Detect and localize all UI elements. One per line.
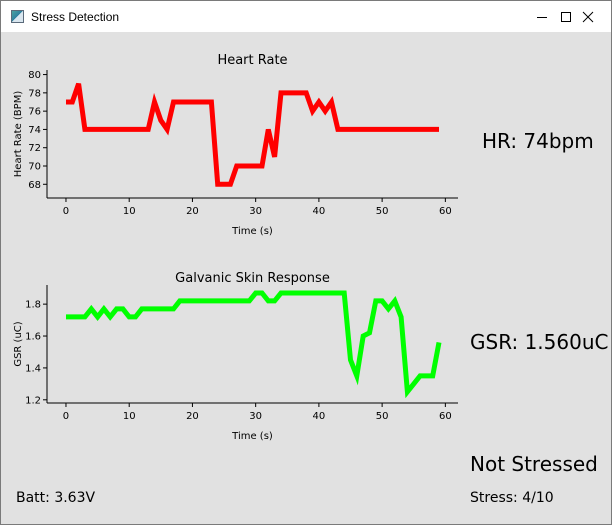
gsr-x-axis-label: Time (s) — [231, 431, 273, 442]
close-button[interactable] — [565, 1, 611, 32]
hr-chart-title: Heart Rate — [217, 53, 287, 68]
hr-x-tick-label: 0 — [63, 206, 69, 217]
gsr-readout: GSR: 1.560uC — [470, 330, 609, 354]
heart-rate-readout: HR: 74bpm — [482, 129, 594, 153]
hr-x-tick-label: 60 — [439, 206, 452, 217]
hr-y-axis-label: Heart Rate (BPM) — [13, 91, 24, 178]
gsr-chart-title: Galvanic Skin Response — [175, 271, 330, 286]
hr-y-tick-label: 72 — [28, 143, 41, 154]
gsr-x-tick-label: 60 — [439, 411, 452, 422]
content-area: Heart Rate 0 10 20 30 40 50 60 68 70 72 74 76 78 80 Tim… — [1, 32, 611, 524]
heart-rate-chart: Heart Rate 0 10 20 30 40 50 60 68 70 72 74 76 78 80 Tim… — [13, 53, 458, 237]
gsr-x-tick-label: 10 — [123, 411, 136, 422]
gsr-y-tick-label: 1.8 — [25, 300, 41, 311]
hr-x-tick-label: 10 — [123, 206, 136, 217]
hr-series-line — [66, 82, 439, 187]
hr-x-tick-label: 50 — [376, 206, 389, 217]
gsr-x-tick-label: 30 — [249, 411, 262, 422]
app-icon — [11, 10, 24, 23]
gsr-x-tick-label: 20 — [186, 411, 199, 422]
stress-status: Not Stressed — [470, 452, 598, 476]
hr-x-tick-label: 30 — [249, 206, 262, 217]
gsr-y-tick-label: 1.4 — [25, 363, 41, 374]
stress-level-readout: Stress: 4/10 — [470, 490, 554, 506]
app-window: Stress Detection Heart Rate 0 10 20 30 40 50 60… — [0, 0, 612, 525]
gsr-x-tick-label: 40 — [313, 411, 326, 422]
battery-readout: Batt: 3.63V — [16, 490, 96, 506]
hr-y-tick-label: 74 — [28, 125, 41, 136]
hr-y-tick-label: 80 — [28, 70, 41, 81]
gsr-x-tick-label: 0 — [63, 411, 69, 422]
title-bar[interactable]: Stress Detection — [1, 1, 611, 32]
gsr-x-tick-label: 50 — [376, 411, 389, 422]
gsr-y-axis-label: GSR (uC) — [13, 321, 24, 366]
hr-y-tick-label: 78 — [28, 88, 41, 99]
gsr-y-tick-label: 1.2 — [25, 395, 41, 406]
hr-y-tick-label: 76 — [28, 107, 41, 118]
hr-x-tick-label: 20 — [186, 206, 199, 217]
hr-x-axis-label: Time (s) — [231, 226, 273, 237]
gsr-chart: Galvanic Skin Response 0 10 20 30 40 50 60 1.2 1.… — [13, 271, 458, 442]
window-title: Stress Detection — [31, 9, 120, 24]
close-icon — [582, 11, 594, 22]
hr-x-tick-label: 40 — [313, 206, 326, 217]
gsr-series-line — [66, 290, 442, 399]
gsr-y-tick-label: 1.6 — [25, 332, 41, 343]
hr-y-tick-label: 70 — [28, 162, 41, 173]
hr-y-tick-label: 68 — [28, 180, 41, 191]
